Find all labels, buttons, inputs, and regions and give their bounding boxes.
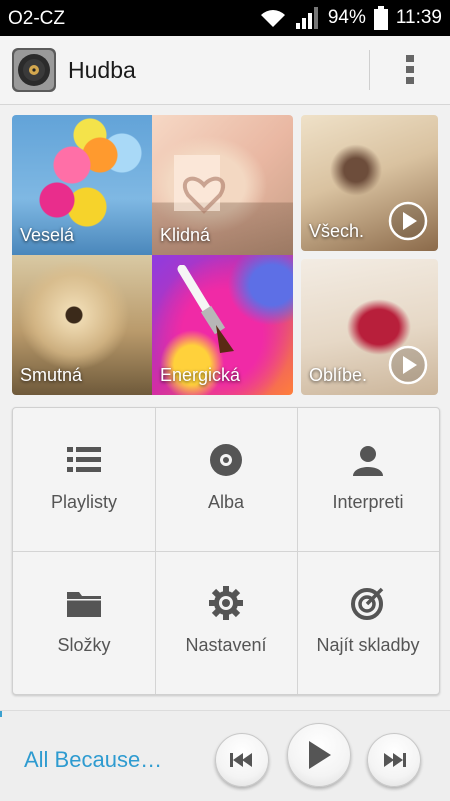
grid-item-label: Alba [207,492,245,512]
signal-icon [295,7,320,29]
play-circle-icon[interactable] [388,345,428,385]
list-icon [13,444,155,476]
status-bar: O2-CZ 94% 11:39 [0,0,450,36]
mood-tile-energicka[interactable]: Energická [152,255,293,395]
mood-tile-vesela[interactable]: Veselá [12,115,152,255]
target-icon [297,587,439,620]
overflow-menu-icon[interactable] [392,46,428,94]
grid-item-label: Interpreti [332,492,404,512]
mood-label: Smutná [20,365,83,385]
next-icon [384,753,406,767]
previous-button[interactable] [215,733,269,787]
wifi-icon [258,7,288,29]
mood-tile-klidna[interactable]: Klidná [152,115,293,255]
status-icons: 94% 11:39 [258,5,442,31]
music-disc-icon[interactable] [12,48,56,92]
all-songs-tile[interactable]: Všech. [301,115,438,251]
favorites-tile[interactable]: Oblíbe. [301,259,438,395]
gear-icon [155,586,297,620]
app-bar: Hudba [0,36,450,105]
shortcut-label: Oblíbe. [309,365,368,385]
brush-image [177,265,234,353]
folder-icon [13,587,155,619]
mood-label: Klidná [160,225,211,245]
play-circle-icon[interactable] [388,201,428,241]
grid-item-artists[interactable]: Interpreti [297,408,439,551]
library-grid: Playlisty Alba Interpreti Složky Nastave… [12,407,440,695]
grid-item-albums[interactable]: Alba [155,408,297,551]
grid-item-label: Složky [57,635,111,655]
mood-label: Energická [160,365,241,385]
person-icon [297,444,439,476]
page-title: Hudba [68,57,136,83]
grid-item-settings[interactable]: Nastavení [155,551,297,694]
grid-item-playlists[interactable]: Playlisty [13,408,155,551]
track-title[interactable]: All Because… [24,747,162,773]
shortcut-label: Všech. [309,221,365,241]
grid-item-label: Najít skladby [316,635,420,655]
battery-percent: 94% [327,7,366,28]
disc-icon [155,444,297,476]
carrier-label: O2-CZ [8,8,65,29]
play-icon [309,741,331,769]
mood-tiles: Veselá Klidná Smutná Energická [12,115,293,395]
grid-item-find-songs[interactable]: Najít skladby [297,551,439,694]
grid-item-folders[interactable]: Složky [13,551,155,694]
clock: 11:39 [395,7,442,28]
previous-icon [230,753,252,767]
cup-image [174,155,226,214]
battery-icon [373,6,388,30]
progress-indicator [0,711,2,717]
mood-label: Veselá [20,225,75,245]
grid-item-label: Playlisty [50,492,117,512]
mood-tile-smutna[interactable]: Smutná [12,255,152,395]
divider [369,50,370,90]
grid-item-label: Nastavení [185,635,267,655]
play-button[interactable] [287,723,351,787]
mini-player: All Because… [0,710,450,801]
next-button[interactable] [367,733,421,787]
